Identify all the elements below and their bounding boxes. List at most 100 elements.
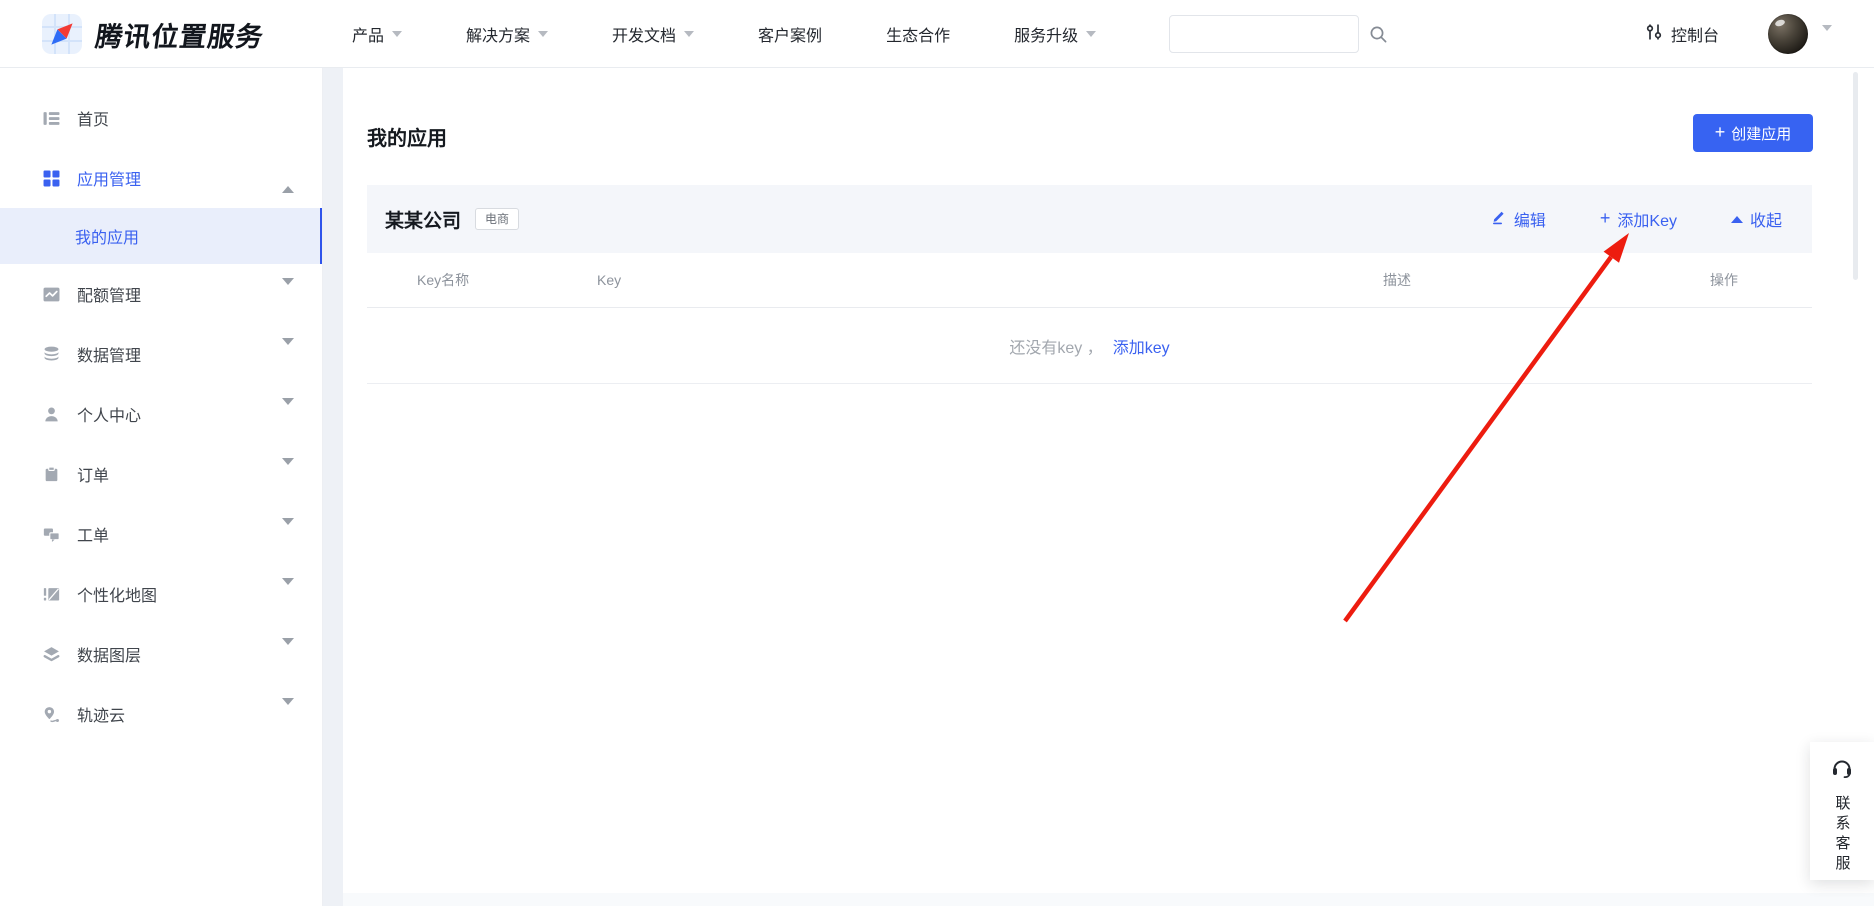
sidebar-item-label: 个性化地图 xyxy=(77,582,157,606)
chevron-down-icon xyxy=(282,645,294,663)
edit-label: 编辑 xyxy=(1514,207,1546,231)
plus-icon: + xyxy=(1715,123,1726,141)
sidebar-item-label: 轨迹云 xyxy=(77,702,125,726)
app-card-header: 某某公司 电商 编辑 + 添加Key xyxy=(367,185,1812,253)
search-box xyxy=(1169,15,1359,53)
column-header-key: Key xyxy=(597,272,1383,288)
sidebar-item-label: 首页 xyxy=(77,106,109,130)
sidebar-item-custom-map[interactable]: 个性化地图 xyxy=(0,564,322,624)
avatar[interactable] xyxy=(1768,14,1808,54)
avatar-menu[interactable] xyxy=(1822,31,1832,49)
nav-item-docs[interactable]: 开发文档 xyxy=(612,22,694,46)
chevron-down-icon xyxy=(392,31,402,37)
add-key-link[interactable]: 添加key xyxy=(1113,334,1170,358)
app-card-actions: 编辑 + 添加Key 收起 xyxy=(1491,185,1782,253)
chevron-down-icon xyxy=(282,705,294,723)
chevron-down-icon xyxy=(282,525,294,543)
nav-item-label: 生态合作 xyxy=(886,22,950,46)
custom-map-icon xyxy=(42,585,60,603)
sliders-icon xyxy=(1645,23,1663,46)
sidebar-item-label: 个人中心 xyxy=(77,402,141,426)
app-category-badge: 电商 xyxy=(475,208,519,230)
empty-state-text: 还没有key ， xyxy=(1009,334,1102,358)
console-link[interactable]: 控制台 xyxy=(1645,0,1719,68)
sidebar-item-label: 工单 xyxy=(77,522,109,546)
sidebar-item-data-layers[interactable]: 数据图层 xyxy=(0,624,322,684)
chevron-down-icon xyxy=(282,285,294,303)
pencil-icon xyxy=(1491,209,1507,230)
ticket-chat-icon xyxy=(42,525,60,543)
nav-item-ecosystem[interactable]: 生态合作 xyxy=(886,22,950,46)
chevron-down-icon xyxy=(282,405,294,423)
contact-support-label: 联系客服 xyxy=(1832,795,1853,875)
create-app-button[interactable]: + 创建应用 xyxy=(1693,114,1813,152)
key-table-header: Key名称 Key 描述 操作 xyxy=(367,253,1812,308)
sidebar: 首页 应用管理 我的应用 xyxy=(0,68,323,906)
chevron-down-icon xyxy=(684,31,694,37)
sidebar-item-home[interactable]: 首页 xyxy=(0,88,322,148)
sidebar-item-personal-center[interactable]: 个人中心 xyxy=(0,384,322,444)
contact-support-button[interactable]: 联系客服 xyxy=(1810,742,1874,880)
app-card: 某某公司 电商 编辑 + 添加Key xyxy=(367,185,1812,384)
search-icon[interactable] xyxy=(1369,25,1388,44)
nav-item-label: 解决方案 xyxy=(466,22,530,46)
chevron-down-icon xyxy=(538,31,548,37)
sidebar-item-orders[interactable]: 订单 xyxy=(0,444,322,504)
track-cloud-icon xyxy=(42,705,60,723)
nav-item-label: 客户案例 xyxy=(758,22,822,46)
nav-item-service-upgrade[interactable]: 服务升级 xyxy=(1014,22,1096,46)
column-header-key-name: Key名称 xyxy=(417,270,597,290)
user-icon xyxy=(42,405,60,423)
brand-name: 腾讯位置服务 xyxy=(93,15,266,54)
order-clipboard-icon xyxy=(42,465,60,483)
sidebar-item-app-management[interactable]: 应用管理 xyxy=(0,148,322,208)
headset-icon xyxy=(1830,756,1854,785)
chevron-down-icon xyxy=(282,465,294,483)
sidebar-item-my-apps[interactable]: 我的应用 xyxy=(0,208,322,264)
collapse-button[interactable]: 收起 xyxy=(1731,207,1782,231)
compass-logo-icon xyxy=(42,14,82,54)
sidebar-item-quota[interactable]: 配额管理 xyxy=(0,264,322,324)
database-icon xyxy=(42,345,60,363)
sidebar-item-label: 数据图层 xyxy=(77,642,141,666)
chevron-down-icon xyxy=(1086,31,1096,37)
collapse-label: 收起 xyxy=(1750,207,1782,231)
add-key-label: 添加Key xyxy=(1617,207,1677,231)
sidebar-item-track-cloud[interactable]: 轨迹云 xyxy=(0,684,322,744)
sidebar-item-label: 应用管理 xyxy=(77,166,141,190)
console-label: 控制台 xyxy=(1671,22,1719,46)
quota-chart-icon xyxy=(42,285,60,303)
nav-menu: 产品 解决方案 开发文档 客户案例 生态合作 服务升级 xyxy=(352,0,1096,68)
chevron-down-icon xyxy=(282,585,294,603)
footer-strip xyxy=(343,893,1874,906)
add-key-button[interactable]: + 添加Key xyxy=(1600,207,1677,231)
column-header-description: 描述 xyxy=(1383,270,1710,290)
brand[interactable]: 腾讯位置服务 xyxy=(42,14,264,54)
screen: 腾讯位置服务 产品 解决方案 开发文档 客户案例 生态合作 服务升级 xyxy=(0,0,1874,906)
nav-item-products[interactable]: 产品 xyxy=(352,22,402,46)
nav-item-solutions[interactable]: 解决方案 xyxy=(466,22,548,46)
nav-item-label: 服务升级 xyxy=(1014,22,1078,46)
chevron-down-icon xyxy=(282,345,294,363)
home-list-icon xyxy=(42,109,60,127)
top-navbar: 腾讯位置服务 产品 解决方案 开发文档 客户案例 生态合作 服务升级 xyxy=(0,0,1874,68)
main-content: 我的应用 + 创建应用 某某公司 电商 编辑 xyxy=(343,68,1874,906)
content-gutter xyxy=(323,68,343,906)
nav-item-label: 产品 xyxy=(352,22,384,46)
plus-icon: + xyxy=(1600,209,1611,227)
apps-grid-icon xyxy=(42,169,60,187)
sidebar-item-label: 数据管理 xyxy=(77,342,141,366)
sidebar-item-data-management[interactable]: 数据管理 xyxy=(0,324,322,384)
app-name: 某某公司 xyxy=(385,206,461,233)
page-title: 我的应用 xyxy=(367,122,447,151)
scrollbar-thumb[interactable] xyxy=(1853,72,1858,280)
search-input[interactable] xyxy=(1170,16,1369,52)
chevron-down-icon xyxy=(1822,25,1832,48)
sidebar-item-tickets[interactable]: 工单 xyxy=(0,504,322,564)
sidebar-item-label: 订单 xyxy=(77,462,109,486)
column-header-actions: 操作 xyxy=(1710,270,1812,290)
nav-item-cases[interactable]: 客户案例 xyxy=(758,22,822,46)
sidebar-item-label: 我的应用 xyxy=(75,224,139,248)
edit-button[interactable]: 编辑 xyxy=(1491,207,1546,231)
nav-item-label: 开发文档 xyxy=(612,22,676,46)
